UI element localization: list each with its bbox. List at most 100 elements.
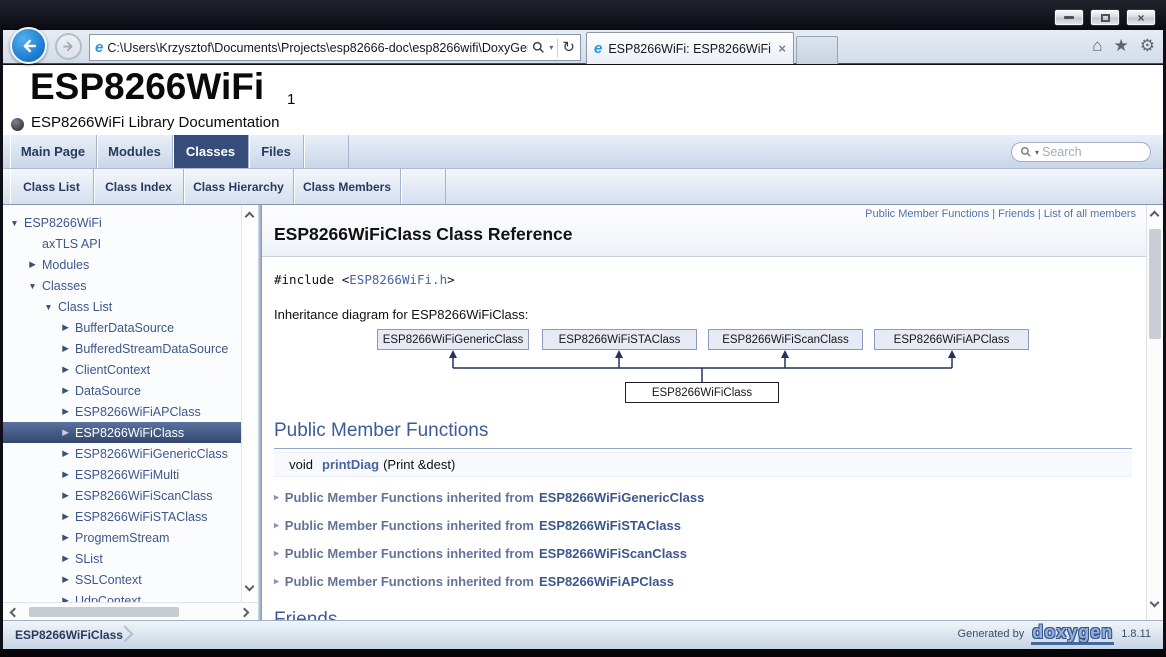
refresh-icon[interactable]: ↻ [562, 40, 575, 55]
address-text[interactable]: C:\Users\Krzysztof\Documents\Projects\es… [107, 41, 528, 55]
tree-item-progmemstream[interactable]: ▶ProgmemStream [3, 527, 241, 548]
expander-icon[interactable]: ▶ [60, 490, 71, 501]
member-function-link[interactable]: printDiag [322, 457, 379, 472]
collapsed-arrow-icon[interactable]: ▸ [274, 576, 279, 587]
search-input[interactable] [1042, 145, 1128, 159]
tree-item-esp8266wifigenericclass[interactable]: ▶ESP8266WiFiGenericClass [3, 443, 241, 464]
breadcrumb[interactable]: ESP8266WiFiClass [15, 628, 123, 642]
new-tab-button[interactable] [796, 36, 838, 64]
doxygen-logo[interactable]: doxygen [1031, 623, 1114, 645]
tree-item-esp8266wifistaclass[interactable]: ▶ESP8266WiFiSTAClass [3, 506, 241, 527]
tree-item-esp8266wifi[interactable]: ▼ESP8266WiFi [3, 212, 241, 233]
favorites-star-icon[interactable]: ★ [1114, 37, 1129, 54]
browser-tab[interactable]: e ESP8266WiFi: ESP8266WiFi... × [586, 32, 794, 64]
expander-icon[interactable]: ▶ [60, 385, 71, 396]
address-bar[interactable]: e C:\Users\Krzysztof\Documents\Projects\… [89, 34, 581, 61]
expander-icon[interactable]: ▶ [60, 343, 71, 354]
tab-class-members[interactable]: Class Members [294, 169, 401, 204]
restore-button[interactable] [1090, 9, 1120, 26]
expander-icon[interactable]: ▶ [60, 532, 71, 543]
expander-icon[interactable]: ▶ [60, 511, 71, 522]
diagram-node-genericclass[interactable]: ESP8266WiFiGenericClass [377, 329, 529, 350]
close-button[interactable]: × [1126, 9, 1156, 26]
tree-item-sslcontext[interactable]: ▶SSLContext [3, 569, 241, 590]
expander-icon[interactable]: ▶ [60, 406, 71, 417]
forward-button[interactable] [55, 33, 82, 60]
collapsed-arrow-icon[interactable]: ▸ [274, 520, 279, 531]
expander-icon[interactable]: ▶ [60, 553, 71, 564]
inherited-section-staclass[interactable]: ▸ Public Member Functions inherited from… [274, 514, 1132, 536]
inherited-class-link[interactable]: ESP8266WiFiAPClass [539, 574, 674, 589]
expander-icon[interactable]: ▶ [60, 322, 71, 333]
tree-item-bufferedstreamdatasource[interactable]: ▶BufferedStreamDataSource [3, 338, 241, 359]
tab-modules[interactable]: Modules [97, 135, 173, 168]
scroll-down-arrow-icon[interactable] [245, 582, 255, 592]
tab-main-page[interactable]: Main Page [10, 135, 97, 168]
content-vertical-scrollbar[interactable] [1146, 205, 1163, 620]
tree-item-slist[interactable]: ▶SList [3, 548, 241, 569]
expander-icon[interactable]: ▶ [27, 259, 38, 270]
diagram-node-apclass[interactable]: ESP8266WiFiAPClass [874, 329, 1029, 350]
scroll-right-arrow-icon[interactable] [240, 608, 250, 618]
tree-item-bufferdatasource[interactable]: ▶ BufferDataSource [3, 317, 241, 338]
tree-item-modules[interactable]: ▶Modules [3, 254, 241, 275]
home-icon[interactable]: ⌂ [1092, 37, 1102, 54]
collapsed-arrow-icon[interactable]: ▸ [274, 548, 279, 559]
settings-gear-icon[interactable]: ⚙ [1140, 37, 1155, 54]
expander-icon[interactable]: ▶ [60, 427, 71, 438]
tab-files[interactable]: Files [249, 135, 304, 168]
inherited-class-link[interactable]: ESP8266WiFiScanClass [539, 546, 687, 561]
diagram-node-staclass[interactable]: ESP8266WiFiSTAClass [542, 329, 697, 350]
tree-label: BufferDataSource [75, 321, 174, 335]
search-dropdown-caret-icon[interactable]: ▾ [549, 43, 553, 52]
expander-icon[interactable]: ▶ [60, 574, 71, 585]
tree-item-esp8266wifiscanclass[interactable]: ▶ESP8266WiFiScanClass [3, 485, 241, 506]
summary-link-friends[interactable]: Friends [998, 208, 1035, 220]
scroll-up-arrow-icon[interactable] [245, 212, 255, 222]
doxygen-version: 1.8.11 [1121, 628, 1151, 640]
tab-class-list[interactable]: Class List [10, 169, 94, 204]
collapsed-arrow-icon[interactable]: ▸ [274, 492, 279, 503]
expander-icon[interactable]: ▶ [60, 469, 71, 480]
expander-icon[interactable]: ▼ [27, 281, 38, 291]
scroll-down-arrow-icon[interactable] [1150, 598, 1160, 608]
tab-classes[interactable]: Classes [173, 135, 249, 168]
horizontal-scroll-thumb[interactable] [29, 607, 179, 617]
sidebar-vertical-scrollbar[interactable] [241, 205, 258, 602]
include-file-link[interactable]: ESP8266WiFi.h [349, 272, 447, 287]
vertical-scroll-thumb[interactable] [1149, 229, 1161, 339]
scroll-up-arrow-icon[interactable] [1150, 211, 1160, 221]
scroll-left-arrow-icon[interactable] [10, 608, 20, 618]
tree-item-datasource[interactable]: ▶DataSource [3, 380, 241, 401]
tree-item-class-list[interactable]: ▼Class List [3, 296, 241, 317]
diagram-node-scanclass[interactable]: ESP8266WiFiScanClass [708, 329, 863, 350]
inherited-section-scanclass[interactable]: ▸ Public Member Functions inherited from… [274, 542, 1132, 564]
search-icon[interactable] [532, 41, 545, 54]
tab-class-hierarchy[interactable]: Class Hierarchy [184, 169, 294, 204]
back-button[interactable] [10, 27, 47, 64]
tree-item-clientcontext[interactable]: ▶ClientContext [3, 359, 241, 380]
summary-link-public-members[interactable]: Public Member Functions [865, 208, 989, 220]
summary-link-all-members[interactable]: List of all members [1044, 208, 1136, 220]
expander-icon[interactable]: ▼ [9, 218, 20, 228]
search-box[interactable]: ▾ [1011, 142, 1151, 162]
tab-class-index[interactable]: Class Index [94, 169, 184, 204]
tree-item-axtls-api[interactable]: axTLS API [3, 233, 241, 254]
search-filter-caret-icon[interactable]: ▾ [1035, 148, 1039, 157]
ie-page-icon: e [95, 40, 103, 55]
minimize-button[interactable] [1054, 9, 1084, 26]
inherited-section-genericclass[interactable]: ▸ Public Member Functions inherited from… [274, 486, 1132, 508]
tree-item-esp8266wificlass[interactable]: ▶ESP8266WiFiClass [3, 422, 241, 443]
tree-item-esp8266wifiapclass[interactable]: ▶ESP8266WiFiAPClass [3, 401, 241, 422]
expander-icon[interactable]: ▶ [60, 364, 71, 375]
inherited-section-apclass[interactable]: ▸ Public Member Functions inherited from… [274, 570, 1132, 592]
sidebar-horizontal-scrollbar[interactable] [3, 602, 258, 620]
tree-item-esp8266wifimulti[interactable]: ▶ESP8266WiFiMulti [3, 464, 241, 485]
member-args: (Print &dest) [383, 457, 455, 472]
expander-icon[interactable]: ▶ [60, 448, 71, 459]
inherited-class-link[interactable]: ESP8266WiFiSTAClass [539, 518, 681, 533]
expander-icon[interactable]: ▼ [43, 302, 54, 312]
tree-item-classes[interactable]: ▼Classes [3, 275, 241, 296]
inherited-class-link[interactable]: ESP8266WiFiGenericClass [539, 490, 704, 505]
tab-close-icon[interactable]: × [778, 41, 786, 56]
